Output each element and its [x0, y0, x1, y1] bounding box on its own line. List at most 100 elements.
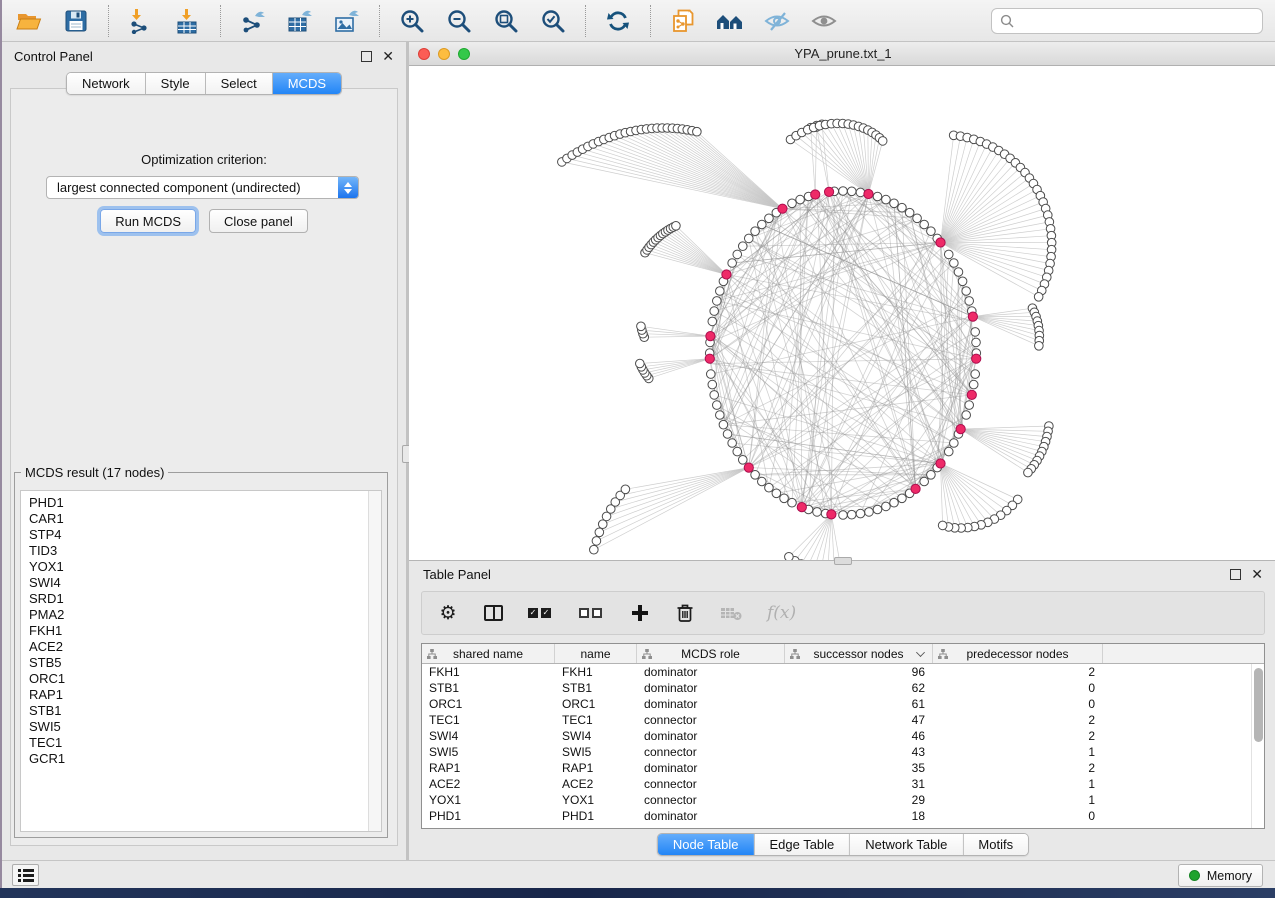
network-node[interactable] — [865, 508, 874, 517]
network-node-dominator[interactable] — [972, 354, 981, 363]
network-node[interactable] — [913, 214, 922, 223]
network-node[interactable] — [595, 528, 604, 537]
table-row[interactable]: SWI4SWI4dominator462 — [422, 728, 1251, 744]
network-node[interactable] — [965, 401, 974, 410]
network-node[interactable] — [969, 380, 978, 389]
network-node[interactable] — [905, 208, 914, 217]
network-node[interactable] — [751, 471, 760, 480]
network-node[interactable] — [590, 545, 599, 554]
result-node[interactable]: RAP1 — [29, 687, 381, 703]
network-node[interactable] — [598, 520, 607, 529]
network-node[interactable] — [693, 127, 702, 136]
split-panel-icon[interactable] — [483, 601, 503, 625]
scrollbar-thumb[interactable] — [1254, 668, 1263, 742]
network-node[interactable] — [882, 195, 891, 204]
network-node-dominator[interactable] — [827, 510, 836, 519]
column-header-shared-name[interactable]: shared name — [422, 644, 555, 663]
table-scrollbar[interactable] — [1251, 664, 1264, 828]
result-node[interactable]: CAR1 — [29, 511, 381, 527]
tab-motifs[interactable]: Motifs — [963, 834, 1028, 855]
network-node[interactable] — [672, 222, 681, 231]
network-node-dominator[interactable] — [911, 484, 920, 493]
network-node[interactable] — [637, 322, 646, 331]
result-scrollbar[interactable] — [368, 491, 381, 831]
table-row[interactable]: ORC1ORC1dominator610 — [422, 696, 1251, 712]
refresh-button[interactable] — [603, 6, 633, 36]
network-node[interactable] — [712, 297, 721, 306]
zoom-selected-button[interactable] — [538, 6, 568, 36]
network-node[interactable] — [954, 268, 963, 277]
result-node[interactable]: PMA2 — [29, 607, 381, 623]
search-input[interactable] — [1020, 13, 1254, 28]
memory-button[interactable]: Memory — [1178, 864, 1263, 887]
network-node[interactable] — [733, 250, 742, 259]
network-node[interactable] — [723, 430, 732, 439]
network-node[interactable] — [890, 498, 899, 507]
select-all-icon[interactable]: ✓✓ — [528, 601, 554, 625]
tab-node-table[interactable]: Node Table — [658, 834, 755, 855]
network-node[interactable] — [927, 227, 936, 236]
network-node[interactable] — [738, 456, 747, 465]
network-node[interactable] — [1035, 342, 1044, 351]
network-node[interactable] — [944, 447, 953, 456]
tab-network-table[interactable]: Network Table — [850, 834, 963, 855]
network-node-dominator[interactable] — [705, 354, 714, 363]
float-table-panel-icon[interactable] — [1230, 569, 1241, 580]
network-node[interactable] — [878, 137, 887, 146]
network-node[interactable] — [788, 498, 797, 507]
settings-gear-icon[interactable]: ⚙ — [438, 601, 458, 625]
open-file-button[interactable] — [14, 6, 44, 36]
network-node[interactable] — [873, 505, 882, 514]
network-node[interactable] — [716, 411, 725, 420]
network-node[interactable] — [708, 317, 717, 326]
network-node[interactable] — [847, 187, 856, 196]
tab-edge-table[interactable]: Edge Table — [754, 834, 850, 855]
network-node[interactable] — [882, 502, 891, 511]
export-network-button[interactable] — [238, 6, 268, 36]
network-canvas[interactable] — [409, 66, 1275, 560]
table-row[interactable]: TEC1TEC1connector472 — [422, 712, 1251, 728]
show-all-button[interactable] — [809, 6, 839, 36]
zoom-out-button[interactable] — [444, 6, 474, 36]
horizontal-splitter-grip[interactable] — [834, 557, 852, 565]
tab-network[interactable]: Network — [67, 73, 146, 94]
network-node[interactable] — [621, 485, 630, 494]
add-column-icon[interactable] — [630, 601, 650, 625]
zoom-fit-button[interactable] — [491, 6, 521, 36]
network-node[interactable] — [788, 199, 797, 208]
tab-select[interactable]: Select — [206, 73, 273, 94]
network-node[interactable] — [719, 420, 728, 429]
table-row[interactable]: RAP1RAP1dominator352 — [422, 760, 1251, 776]
network-node[interactable] — [950, 259, 959, 268]
network-graph[interactable] — [409, 66, 1275, 560]
delete-column-icon[interactable] — [675, 601, 695, 625]
result-node[interactable]: SWI5 — [29, 719, 381, 735]
tab-style[interactable]: Style — [146, 73, 206, 94]
table-row[interactable]: YOX1YOX1connector291 — [422, 792, 1251, 808]
network-node[interactable] — [898, 494, 907, 503]
network-node[interactable] — [962, 287, 971, 296]
network-node-dominator[interactable] — [824, 187, 833, 196]
network-node[interactable] — [950, 439, 959, 448]
network-node[interactable] — [927, 471, 936, 480]
network-node[interactable] — [592, 537, 601, 546]
network-node[interactable] — [728, 259, 737, 268]
result-node[interactable]: ACE2 — [29, 639, 381, 655]
result-node[interactable]: STB5 — [29, 655, 381, 671]
network-node[interactable] — [958, 277, 967, 286]
import-network-button[interactable] — [126, 6, 156, 36]
network-node-dominator[interactable] — [936, 459, 945, 468]
network-node[interactable] — [839, 511, 848, 520]
network-node[interactable] — [938, 521, 947, 530]
deselect-all-icon[interactable] — [579, 601, 605, 625]
table-row[interactable]: ACE2ACE2connector311 — [422, 776, 1251, 792]
network-node[interactable] — [636, 359, 645, 368]
network-node[interactable] — [785, 553, 794, 561]
network-node[interactable] — [796, 195, 805, 204]
zoom-in-button[interactable] — [397, 6, 427, 36]
network-node[interactable] — [710, 391, 719, 400]
network-node-dominator[interactable] — [967, 390, 976, 399]
table-row[interactable]: PHD1PHD1dominator180 — [422, 808, 1251, 824]
network-node[interactable] — [965, 297, 974, 306]
hide-selected-button[interactable] — [762, 6, 792, 36]
